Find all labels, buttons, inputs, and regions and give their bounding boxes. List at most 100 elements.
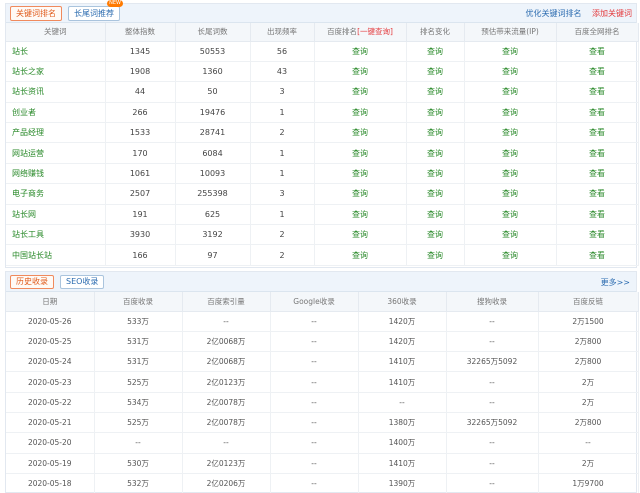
baidu-all-view[interactable]: 查看 [556,122,639,144]
traffic-query[interactable]: 查询 [464,81,557,103]
baidu-all-view[interactable]: 查看 [556,61,639,83]
traffic-query[interactable]: 查询 [464,204,557,226]
baidu-all-view[interactable]: 查看 [556,163,639,185]
baidu-index-cell: 2亿0123万 [182,453,271,474]
baidu-cell: 530万 [94,453,183,474]
rank-change-query[interactable]: 查询 [406,41,465,62]
history-row: 2020-05-23 525万 2亿0123万 -- 1410万 -- 2万 [6,371,639,393]
keyword-cell[interactable]: 网站运营 [6,142,106,164]
baidu-cell: 532万 [94,473,183,493]
more-link[interactable]: 更多>> [601,277,630,288]
baidu-all-view[interactable]: 查看 [556,41,639,62]
rank-change-query[interactable]: 查询 [406,183,465,205]
google-cell: -- [270,331,359,353]
header-baidu: 百度收录 [94,292,183,312]
baidu-all-view[interactable]: 查看 [556,81,639,103]
optimize-keyword-link[interactable]: 优化关键词排名 [525,9,581,18]
keyword-cell[interactable]: 站长 [6,41,106,62]
keyword-cell[interactable]: 网络赚钱 [6,163,106,185]
rank-change-query[interactable]: 查询 [406,163,465,185]
baidu-all-view[interactable]: 查看 [556,244,639,266]
baidu-rank-query[interactable]: 查询 [314,183,407,205]
keyword-table: 关键词 整体指数 长尾词数 出现频率 百度排名[一键查询] 排名变化 预估带来流… [6,23,639,266]
keyword-cell[interactable]: 站长之家 [6,61,106,83]
traffic-query[interactable]: 查询 [464,122,557,144]
baidu-rank-query[interactable]: 查询 [314,41,407,62]
history-row: 2020-05-26 533万 -- -- 1420万 -- 2万1500 [6,311,639,332]
baidu-all-view[interactable]: 查看 [556,142,639,164]
rank-change-query[interactable]: 查询 [406,224,465,246]
date-cell: 2020-05-19 [6,453,95,474]
backlink-cell: 2万 [538,453,639,474]
date-cell: 2020-05-25 [6,331,95,353]
rank-change-query[interactable]: 查询 [406,142,465,164]
traffic-query[interactable]: 查询 [464,244,557,266]
date-cell: 2020-05-22 [6,392,95,413]
frequency-cell: 43 [250,61,315,83]
rank-change-query[interactable]: 查询 [406,102,465,124]
sogou-cell: -- [446,432,539,454]
header-frequency[interactable]: 出现频率 [250,23,315,42]
sogou-cell: -- [446,473,539,493]
s360-cell: 1410万 [358,351,447,373]
index-cell: 1908 [105,61,176,83]
header-date: 日期 [6,292,95,312]
baidu-rank-query[interactable]: 查询 [314,81,407,103]
keyword-row: 电子商务 2507 255398 3 查询 查询 查询 查看 [6,183,639,205]
keyword-cell[interactable]: 中国站长站 [6,244,106,266]
header-traffic: 预估带来流量(IP) [464,23,557,42]
header-longtail[interactable]: 长尾词数 [175,23,251,42]
tab-history[interactable]: 历史收录 [10,275,54,289]
traffic-query[interactable]: 查询 [464,224,557,246]
baidu-rank-query[interactable]: 查询 [314,122,407,144]
tab-longtail-label: 长尾词推荐 [74,9,114,18]
keyword-cell[interactable]: 站长工具 [6,224,106,246]
keyword-cell[interactable]: 站长资讯 [6,81,106,103]
rank-change-query[interactable]: 查询 [406,244,465,266]
baidu-all-view[interactable]: 查看 [556,102,639,124]
one-click-query-link[interactable]: [一键查询] [357,27,393,36]
tab-seo[interactable]: SEO收录 [60,275,105,289]
traffic-query[interactable]: 查询 [464,61,557,83]
baidu-rank-query[interactable]: 查询 [314,224,407,246]
add-keyword-link[interactable]: 添加关键词 [592,9,632,18]
index-cell: 1345 [105,41,176,62]
baidu-rank-query[interactable]: 查询 [314,102,407,124]
header-360: 360收录 [358,292,447,312]
rank-change-query[interactable]: 查询 [406,61,465,83]
sogou-cell: -- [446,311,539,332]
baidu-all-view[interactable]: 查看 [556,224,639,246]
history-row: 2020-05-25 531万 2亿0068万 -- 1420万 -- 2万800 [6,331,639,353]
keyword-cell[interactable]: 电子商务 [6,183,106,205]
index-cell: 166 [105,244,176,266]
header-sogou: 搜狗收录 [446,292,539,312]
traffic-query[interactable]: 查询 [464,163,557,185]
keyword-cell[interactable]: 创业者 [6,102,106,124]
baidu-rank-query[interactable]: 查询 [314,163,407,185]
tab-keyword-rank[interactable]: 关键词排名 [10,6,62,21]
header-index[interactable]: 整体指数 [105,23,176,42]
rank-change-query[interactable]: 查询 [406,81,465,103]
rank-change-query[interactable]: 查询 [406,204,465,226]
keyword-cell[interactable]: 站长网 [6,204,106,226]
traffic-query[interactable]: 查询 [464,142,557,164]
baidu-rank-query[interactable]: 查询 [314,142,407,164]
index-cell: 1061 [105,163,176,185]
baidu-all-view[interactable]: 查看 [556,183,639,205]
traffic-query[interactable]: 查询 [464,102,557,124]
baidu-all-view[interactable]: 查看 [556,204,639,226]
traffic-query[interactable]: 查询 [464,183,557,205]
google-cell: -- [270,412,359,434]
index-cell: 3930 [105,224,176,246]
history-row: 2020-05-19 530万 2亿0123万 -- 1410万 -- 2万 [6,453,639,474]
baidu-rank-query[interactable]: 查询 [314,61,407,83]
rank-change-query[interactable]: 查询 [406,122,465,144]
traffic-query[interactable]: 查询 [464,41,557,62]
index-cell: 2507 [105,183,176,205]
tab-longtail[interactable]: 长尾词推荐 NEW [68,0,123,21]
baidu-rank-query[interactable]: 查询 [314,204,407,226]
new-badge: NEW [107,0,123,7]
baidu-rank-query[interactable]: 查询 [314,244,407,266]
longtail-cell: 1360 [175,61,251,83]
keyword-cell[interactable]: 产品经理 [6,122,106,144]
